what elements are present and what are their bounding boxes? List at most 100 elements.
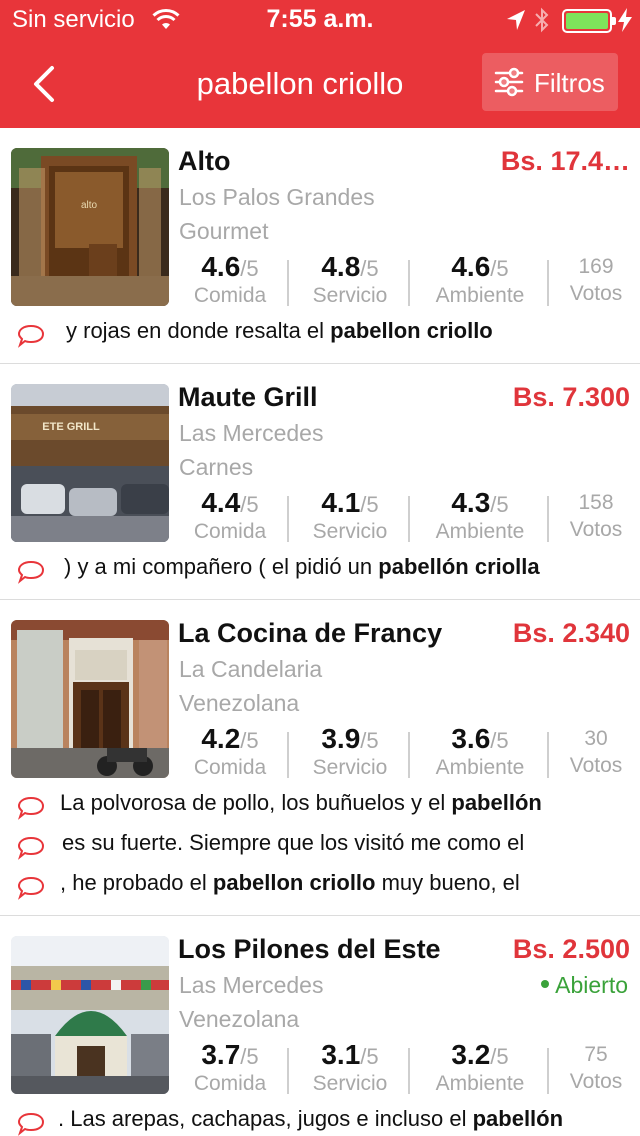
restaurant-name: Los Pilones del Este (178, 934, 441, 964)
restaurant-cuisine: Carnes (179, 454, 254, 480)
rating-divider (547, 496, 549, 542)
restaurant-name: Alto (178, 146, 231, 176)
food-label: Comida (193, 756, 267, 779)
review-snippet[interactable]: es su fuerte. Siempre que los visitó me … (0, 824, 640, 864)
restaurant-name: Maute Grill (178, 382, 318, 412)
review-snippet[interactable]: , he probado el pabellon criollo muy bue… (0, 864, 640, 904)
food-rating: 3.7/5 Comida (180, 1040, 280, 1096)
rating-divider (287, 1048, 289, 1094)
restaurant-photo (11, 936, 169, 1094)
ambience-rating: 3.6/5 Ambiente (424, 724, 536, 780)
review-snippet[interactable]: . Las arepas, cachapas, jugos e incluso … (0, 1100, 640, 1136)
ratings-row: 4.6/5 Comida 4.8/5 Servicio 4.6/5 Ambien… (180, 252, 636, 308)
comment-bubble-icon (17, 876, 45, 900)
svg-text:alto: alto (81, 200, 98, 211)
votes-number: 158 (578, 491, 614, 514)
status-bar: Sin servicio 7:55 a.m. (0, 0, 640, 40)
location-arrow-icon (507, 10, 525, 30)
votes-number: 30 (584, 727, 608, 750)
food-score: 4.6 (201, 251, 241, 282)
score-denominator: /5 (240, 492, 259, 517)
score-denominator: /5 (490, 728, 509, 753)
votes-label: Votos (569, 754, 623, 777)
restaurant-price: Bs. 2.340 (512, 618, 630, 648)
rating-divider (287, 260, 289, 306)
battery-icon (562, 9, 616, 33)
sliders-icon (494, 67, 524, 97)
rating-divider (547, 732, 549, 778)
service-rating: 4.8/5 Servicio (300, 252, 400, 308)
battery-fill (566, 13, 608, 29)
service-label: Servicio (312, 1072, 388, 1095)
rating-divider (408, 1048, 410, 1094)
battery-nub (612, 17, 616, 25)
review-snippet[interactable]: La polvorosa de pollo, los buñuelos y el… (0, 784, 640, 824)
review-snippet[interactable]: y rojas en donde resalta el pabellon cri… (0, 312, 640, 352)
service-label: Servicio (312, 756, 388, 779)
score-denominator: /5 (490, 256, 509, 281)
top-bar: Sin servicio 7:55 a.m. pabellon criollo (0, 0, 640, 128)
restaurant-card[interactable]: alto Alto Bs. 17.4… Los Palos Grandes Go… (0, 128, 640, 364)
ratings-row: 3.7/5 Comida 3.1/5 Servicio 3.2/5 Ambien… (180, 1040, 636, 1096)
service-score: 3.9 (321, 723, 361, 754)
restaurant-neighborhood: Los Palos Grandes (179, 184, 375, 210)
food-label: Comida (193, 1072, 267, 1095)
review-text: . Las arepas, cachapas, jugos e incluso … (58, 1106, 564, 1131)
ambience-label: Ambiente (435, 520, 525, 543)
restaurant-card[interactable]: Los Pilones del Este Bs. 2.500 Abierto L… (0, 916, 640, 1136)
service-rating: 3.1/5 Servicio (300, 1040, 400, 1096)
restaurant-card[interactable]: La Cocina de Francy Bs. 2.340 La Candela… (0, 600, 640, 916)
restaurant-neighborhood: Las Mercedes (179, 972, 324, 998)
rating-divider (547, 260, 549, 306)
service-score: 3.1 (321, 1039, 361, 1070)
filters-label: Filtros (534, 68, 605, 98)
food-label: Comida (193, 284, 267, 307)
rating-divider (408, 732, 410, 778)
open-status: Abierto (541, 972, 628, 999)
ambience-score: 4.3 (451, 487, 491, 518)
review-text: es su fuerte. Siempre que los visitó me … (62, 830, 525, 855)
restaurant-card[interactable]: ETE GRILL Maute Grill Bs. 7.300 Las Merc… (0, 364, 640, 600)
score-denominator: /5 (360, 492, 379, 517)
food-rating: 4.2/5 Comida (180, 724, 280, 780)
ambience-score: 4.6 (451, 251, 491, 282)
review-text: y rojas en donde resalta el pabellon cri… (66, 318, 493, 343)
votes-count: 158 Votos (560, 488, 632, 542)
review-snippets: y rojas en donde resalta el pabellon cri… (0, 312, 640, 352)
score-denominator: /5 (490, 1044, 509, 1069)
rating-divider (287, 496, 289, 542)
score-denominator: /5 (360, 728, 379, 753)
restaurant-price: Bs. 2.500 (512, 934, 630, 964)
review-text: ) y a mi compañero ( el pidió un pabelló… (64, 554, 540, 579)
service-rating: 3.9/5 Servicio (300, 724, 400, 780)
service-score: 4.8 (321, 251, 361, 282)
review-snippets: La polvorosa de pollo, los buñuelos y el… (0, 784, 640, 904)
back-chevron-icon[interactable] (26, 62, 62, 106)
search-title: pabellon criollo (196, 66, 404, 101)
restaurant-price: Bs. 7.300 (512, 382, 630, 412)
ambience-rating: 4.6/5 Ambiente (424, 252, 536, 308)
restaurant-neighborhood: Las Mercedes (179, 420, 324, 446)
open-dot-icon (541, 979, 550, 988)
ambience-score: 3.6 (451, 723, 491, 754)
rating-divider (408, 260, 410, 306)
food-score: 4.4 (201, 487, 241, 518)
score-denominator: /5 (360, 256, 379, 281)
review-snippet[interactable]: ) y a mi compañero ( el pidió un pabelló… (0, 548, 640, 588)
score-denominator: /5 (490, 492, 509, 517)
restaurant-photo: ETE GRILL (11, 384, 169, 542)
review-snippets: . Las arepas, cachapas, jugos e incluso … (0, 1100, 640, 1136)
ambience-label: Ambiente (435, 284, 525, 307)
food-rating: 4.6/5 Comida (180, 252, 280, 308)
ambience-label: Ambiente (435, 756, 525, 779)
restaurant-neighborhood: La Candelaria (179, 656, 323, 682)
comment-bubble-icon (17, 324, 45, 348)
restaurant-photo (11, 620, 169, 778)
filters-button[interactable]: Filtros (482, 53, 618, 111)
comment-bubble-icon (17, 560, 45, 584)
votes-count: 30 Votos (560, 724, 632, 778)
score-denominator: /5 (240, 256, 259, 281)
votes-label: Votos (569, 518, 623, 541)
service-score: 4.1 (321, 487, 361, 518)
service-label: Servicio (312, 284, 388, 307)
